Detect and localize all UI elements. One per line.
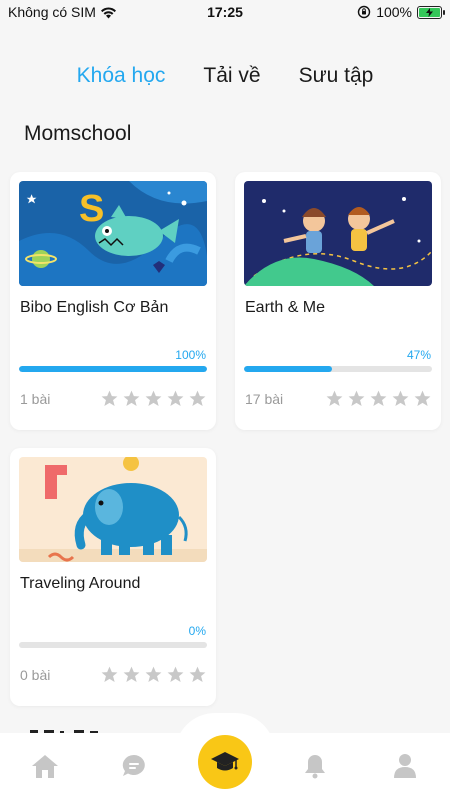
section-title: Momschool: [24, 122, 132, 145]
course-card[interactable]: S Bibo English Cơ Bản 100% 1 bài: [10, 172, 216, 430]
tab-downloads[interactable]: Tải về: [203, 64, 260, 88]
orientation-lock-icon: [357, 5, 371, 19]
tab-bar: Khóa học Tải về Sưu tập: [0, 64, 450, 88]
progress-bar: [19, 642, 207, 648]
rating-stars[interactable]: [100, 665, 207, 684]
svg-text:S: S: [79, 188, 104, 230]
nav-notifications[interactable]: [300, 751, 330, 781]
star-icon[interactable]: [188, 389, 207, 408]
star-icon[interactable]: [100, 665, 119, 684]
course-thumbnail: [244, 181, 432, 286]
lesson-count: 1 bài: [20, 391, 51, 407]
star-icon[interactable]: [413, 389, 432, 408]
course-card[interactable]: Earth & Me 47% 17 bài: [235, 172, 441, 430]
star-icon[interactable]: [369, 389, 388, 408]
graduation-cap-icon: [211, 752, 239, 771]
nav-chat[interactable]: [119, 751, 149, 781]
progress-bar: [19, 366, 207, 372]
star-icon[interactable]: [144, 665, 163, 684]
nav-profile[interactable]: [390, 751, 420, 781]
nav-home[interactable]: [30, 751, 60, 781]
course-title: Traveling Around: [20, 575, 141, 592]
star-icon[interactable]: [100, 389, 119, 408]
course-thumbnail: [19, 457, 207, 562]
lesson-count: 0 bài: [20, 667, 51, 683]
course-title: Earth & Me: [245, 299, 326, 316]
nav-courses[interactable]: [198, 735, 252, 789]
progress-label: 0%: [188, 624, 206, 638]
progress-label: 100%: [175, 348, 206, 362]
lesson-count: 17 bài: [245, 391, 284, 407]
star-icon[interactable]: [122, 389, 141, 408]
star-icon[interactable]: [166, 665, 185, 684]
rating-stars[interactable]: [325, 389, 432, 408]
battery-percent: 100%: [376, 4, 412, 20]
star-icon[interactable]: [391, 389, 410, 408]
star-icon[interactable]: [166, 389, 185, 408]
progress-bar: [244, 366, 432, 372]
course-thumbnail: S: [19, 181, 207, 286]
progress-label: 47%: [406, 348, 431, 362]
battery-icon: [417, 5, 445, 19]
star-icon[interactable]: [122, 665, 141, 684]
rating-stars[interactable]: [100, 389, 207, 408]
home-icon: [32, 755, 58, 778]
status-bar: Không có SIM 17:25 100%: [0, 0, 450, 26]
course-title: Bibo English Cơ Bản: [20, 299, 169, 316]
course-card[interactable]: Traveling Around 0% 0 bài: [10, 448, 216, 706]
star-icon[interactable]: [325, 389, 344, 408]
tab-collection[interactable]: Sưu tập: [299, 64, 374, 88]
chat-icon: [122, 754, 145, 776]
star-icon[interactable]: [144, 389, 163, 408]
user-icon: [394, 754, 416, 778]
star-icon[interactable]: [347, 389, 366, 408]
star-icon[interactable]: [188, 665, 207, 684]
bell-icon: [305, 755, 325, 779]
tab-courses[interactable]: Khóa học: [77, 64, 166, 88]
